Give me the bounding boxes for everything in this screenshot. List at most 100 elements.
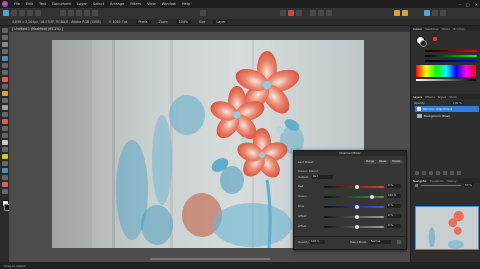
offset-slider[interactable]	[324, 214, 384, 219]
add-layer-icon[interactable]	[450, 171, 454, 175]
slider-knob[interactable]	[355, 204, 360, 209]
opacity-slider[interactable]	[416, 79, 476, 81]
green-value[interactable]: 100 %	[387, 194, 401, 198]
histogram-icon[interactable]	[60, 10, 66, 16]
menu-select[interactable]: Select	[93, 2, 104, 6]
auto-colours-icon[interactable]	[84, 10, 90, 16]
blue-channel-slider[interactable]	[324, 204, 384, 209]
menu-filters[interactable]: Filters	[130, 2, 141, 6]
shape-tool-icon[interactable]	[1, 175, 8, 180]
merge-button[interactable]: Merge	[364, 160, 377, 164]
close-icon[interactable]: ✕	[475, 2, 478, 7]
maximize-icon[interactable]: □	[466, 2, 470, 7]
tab-stroke[interactable]: Stroke	[441, 27, 450, 31]
green-channel-slider[interactable]	[324, 194, 384, 199]
slider-knob[interactable]	[369, 194, 374, 199]
red-channel-slider[interactable]	[324, 184, 384, 189]
navigator-zoom-slider[interactable]	[421, 185, 461, 186]
persona-photo-icon[interactable]	[3, 10, 9, 16]
auto-white-icon[interactable]	[92, 10, 98, 16]
move-tool-icon[interactable]	[1, 42, 8, 47]
view-mode-icon[interactable]	[424, 10, 430, 16]
green-slider[interactable]	[425, 55, 477, 57]
red-value[interactable]: 0 %	[387, 184, 401, 188]
marquee-tool-icon[interactable]	[1, 77, 8, 82]
blend-mode-select[interactable]: Normal	[370, 240, 391, 244]
liquify-tool-icon[interactable]	[1, 189, 8, 194]
blue-slider[interactable]	[425, 60, 477, 62]
stroke-colour-well[interactable]	[420, 40, 427, 47]
menu-edit[interactable]: Edit	[26, 2, 33, 6]
assistant-icon[interactable]	[394, 10, 400, 16]
offset-value-2[interactable]: 0 %	[387, 224, 401, 228]
menu-file[interactable]: File	[14, 2, 20, 6]
slider-knob[interactable]	[355, 184, 360, 189]
minimize-icon[interactable]: –	[459, 2, 461, 7]
burn-brush-icon[interactable]	[1, 133, 8, 138]
zoom-out-icon[interactable]	[415, 184, 418, 187]
dodge-brush-icon[interactable]	[1, 126, 8, 131]
opacity-value[interactable]: 100 %	[310, 240, 325, 244]
persona-develop-icon[interactable]	[19, 10, 25, 16]
tab-brushes[interactable]: Brushes	[453, 27, 464, 31]
blend-select[interactable]: Layer	[213, 20, 229, 24]
tab-colour[interactable]: Colour	[413, 27, 422, 31]
navigator-zoom-value[interactable]: 83 %	[464, 183, 474, 187]
menu-arrange[interactable]: Arrange	[110, 2, 124, 6]
menu-view[interactable]: View	[147, 2, 156, 6]
settings-icon[interactable]	[397, 240, 401, 244]
mask-layer-icon[interactable]	[422, 171, 426, 175]
blue-value[interactable]: 0 %	[387, 204, 401, 208]
colour-spectrum[interactable]	[416, 65, 476, 77]
paint-brush-icon[interactable]	[1, 91, 8, 96]
transform-icon[interactable]	[318, 10, 324, 16]
quick-mask-icon[interactable]	[280, 10, 286, 16]
offset-value[interactable]: 0 %	[387, 214, 401, 218]
menu-layer[interactable]: Layer	[77, 2, 87, 6]
red-eye-icon[interactable]	[1, 161, 8, 166]
navigator-preview[interactable]	[415, 206, 479, 250]
tab-effects[interactable]: Effects	[425, 95, 435, 99]
slider-knob[interactable]	[355, 224, 360, 229]
tab-swatches[interactable]: Swatches	[425, 27, 438, 31]
adjustment-icon[interactable]	[429, 171, 433, 175]
units-select[interactable]: Pixels	[135, 20, 151, 24]
tab-stock[interactable]: Stock	[449, 95, 457, 99]
canvas-horizontal-scrollbar[interactable]	[150, 258, 270, 260]
tab-transform[interactable]: Transform	[430, 179, 444, 183]
reset-button[interactable]: Reset	[377, 160, 389, 164]
preferences-icon[interactable]	[402, 10, 408, 16]
tab-layers[interactable]: Layers	[413, 95, 422, 99]
tab-styles[interactable]: Styles	[438, 95, 446, 99]
blemish-icon[interactable]	[1, 147, 8, 152]
persona-export-icon[interactable]	[35, 10, 41, 16]
align-icon[interactable]	[310, 10, 316, 16]
split-view-icon[interactable]	[432, 10, 438, 16]
delete-layer-icon[interactable]	[457, 171, 461, 175]
swap-colours-icon[interactable]	[433, 37, 437, 41]
persona-tone-icon[interactable]	[27, 10, 33, 16]
pen-tool-icon[interactable]	[1, 168, 8, 173]
layer-opacity-value[interactable]: 100 %	[451, 101, 464, 105]
layer-opacity-icon[interactable]	[415, 171, 419, 175]
layer-row-background[interactable]: Background (Pixel)	[415, 113, 479, 119]
menu-text[interactable]: Text	[39, 2, 46, 6]
auto-levels-icon[interactable]	[68, 10, 74, 16]
live-filter-icon[interactable]	[436, 171, 440, 175]
gradient-tool-icon[interactable]	[1, 119, 8, 124]
slider-knob[interactable]	[355, 214, 360, 219]
auto-contrast-icon[interactable]	[76, 10, 82, 16]
healing-brush-icon[interactable]	[1, 154, 8, 159]
menu-help[interactable]: Help	[182, 2, 190, 6]
group-icon[interactable]	[443, 171, 447, 175]
mirror-view-icon[interactable]	[440, 10, 446, 16]
delete-button[interactable]: Delete	[390, 160, 403, 164]
red-slider[interactable]	[425, 50, 477, 52]
persona-liquify-icon[interactable]	[11, 10, 17, 16]
mode-mask-icon[interactable]	[200, 10, 206, 16]
clone-brush-icon[interactable]	[1, 140, 8, 145]
output-select[interactable]: Red	[312, 175, 333, 179]
flood-select-icon[interactable]	[1, 70, 8, 75]
zoom-value[interactable]: 104%	[175, 20, 191, 24]
freehand-select-icon[interactable]	[1, 84, 8, 89]
